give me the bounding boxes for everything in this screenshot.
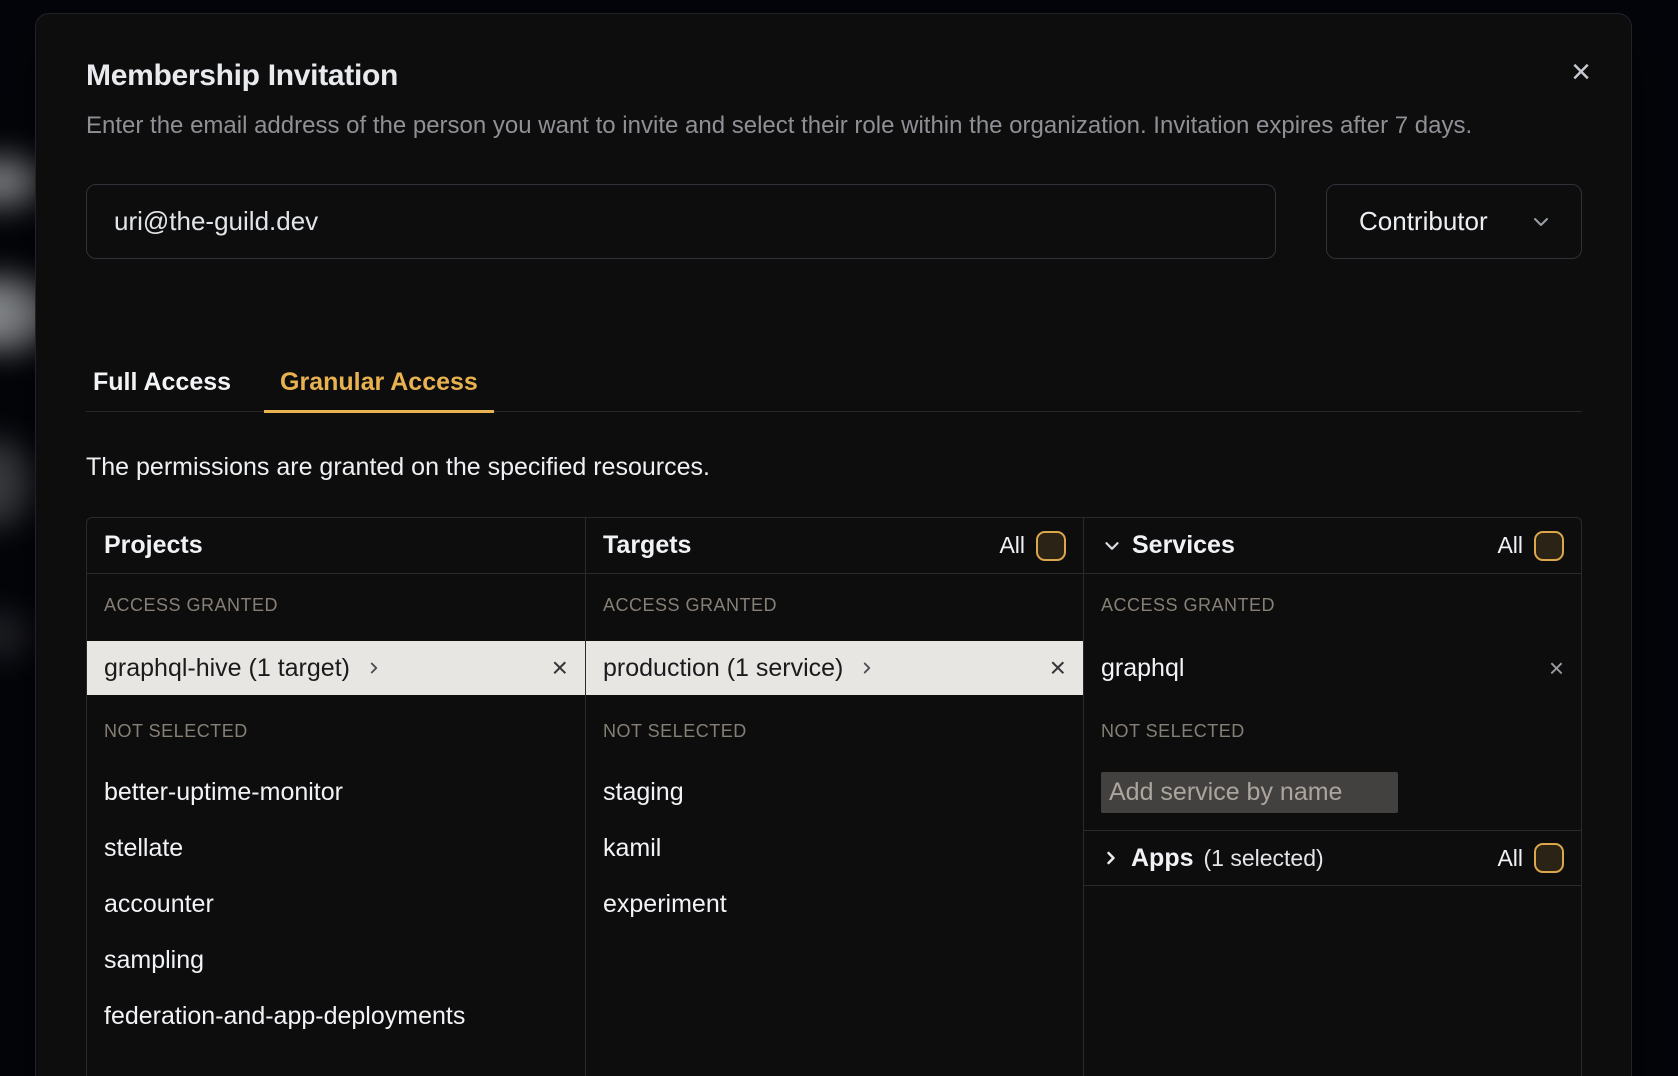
target-selected-row[interactable]: production (1 service) ×	[586, 641, 1083, 695]
add-service-input[interactable]	[1101, 772, 1398, 813]
apps-all-checkbox[interactable]	[1534, 843, 1564, 873]
project-selected-label: graphql-hive (1 target)	[104, 654, 350, 683]
permissions-note: The permissions are granted on the speci…	[86, 454, 1582, 481]
target-item[interactable]: experiment	[586, 876, 1083, 932]
tab-full-access[interactable]: Full Access	[93, 368, 231, 411]
remove-target-icon[interactable]: ×	[1050, 654, 1066, 682]
remove-service-icon[interactable]: ×	[1549, 655, 1564, 681]
projects-title: Projects	[104, 531, 203, 560]
apps-all-label: All	[1497, 845, 1523, 872]
services-all-checkbox[interactable]	[1534, 531, 1564, 561]
remove-project-icon[interactable]: ×	[552, 654, 568, 682]
projects-header: Projects	[87, 518, 585, 574]
tab-granular-access[interactable]: Granular Access	[264, 368, 494, 413]
apps-row[interactable]: Apps (1 selected) All	[1084, 830, 1581, 886]
chevron-down-icon	[1101, 535, 1123, 557]
targets-header: Targets All	[586, 518, 1083, 574]
apps-title: Apps	[1131, 844, 1194, 873]
access-granted-label: ACCESS GRANTED	[586, 574, 1083, 641]
resources-table: Projects ACCESS GRANTED graphql-hive (1 …	[86, 517, 1582, 1076]
dialog-description: Enter the email address of the person yo…	[86, 107, 1582, 144]
role-select-value: Contributor	[1359, 206, 1488, 237]
backdrop-blur-blob	[0, 612, 32, 658]
chevron-right-icon	[365, 659, 383, 677]
targets-column: Targets All ACCESS GRANTED production (1…	[585, 518, 1083, 1076]
apps-all-group: All	[1497, 843, 1564, 873]
not-selected-label: NOT SELECTED	[87, 695, 585, 764]
not-selected-label: NOT SELECTED	[586, 695, 1083, 764]
target-selected-label: production (1 service)	[603, 654, 843, 683]
chevron-right-icon	[1101, 848, 1121, 868]
service-granted-row: graphql ×	[1084, 641, 1581, 695]
project-item[interactable]: stellate	[87, 820, 585, 876]
role-select[interactable]: Contributor	[1326, 184, 1582, 259]
chevron-right-icon	[858, 659, 876, 677]
targets-all-group: All	[999, 531, 1066, 561]
project-item[interactable]: better-uptime-monitor	[87, 764, 585, 820]
not-selected-label: NOT SELECTED	[1084, 695, 1581, 764]
service-granted-label: graphql	[1101, 654, 1184, 683]
access-granted-label: ACCESS GRANTED	[87, 574, 585, 641]
chevron-down-icon	[1529, 210, 1553, 234]
services-all-group: All	[1497, 531, 1564, 561]
membership-invitation-dialog: × Membership Invitation Enter the email …	[35, 13, 1632, 1076]
access-granted-label: ACCESS GRANTED	[1084, 574, 1581, 641]
backdrop-blur-blob	[0, 440, 34, 526]
project-item[interactable]: sampling	[87, 932, 585, 988]
project-item[interactable]: accounter	[87, 876, 585, 932]
target-item[interactable]: kamil	[586, 820, 1083, 876]
target-item[interactable]: staging	[586, 764, 1083, 820]
targets-title: Targets	[603, 531, 691, 560]
targets-all-checkbox[interactable]	[1036, 531, 1066, 561]
close-icon[interactable]: ×	[1561, 52, 1601, 92]
apps-count: (1 selected)	[1204, 845, 1324, 872]
services-all-label: All	[1497, 532, 1523, 559]
targets-all-label: All	[999, 532, 1025, 559]
invite-row: Contributor	[86, 184, 1582, 259]
dialog-title: Membership Invitation	[86, 59, 1582, 93]
email-field[interactable]	[86, 184, 1276, 259]
projects-column: Projects ACCESS GRANTED graphql-hive (1 …	[87, 518, 585, 1076]
project-selected-row[interactable]: graphql-hive (1 target) ×	[87, 641, 585, 695]
project-item[interactable]: federation-and-app-deployments	[87, 988, 585, 1044]
services-column: Services All ACCESS GRANTED graphql × NO…	[1083, 518, 1581, 1076]
access-tabs: Full Access Granular Access	[86, 368, 1582, 412]
services-title: Services	[1132, 531, 1235, 560]
services-header[interactable]: Services All	[1084, 518, 1581, 574]
